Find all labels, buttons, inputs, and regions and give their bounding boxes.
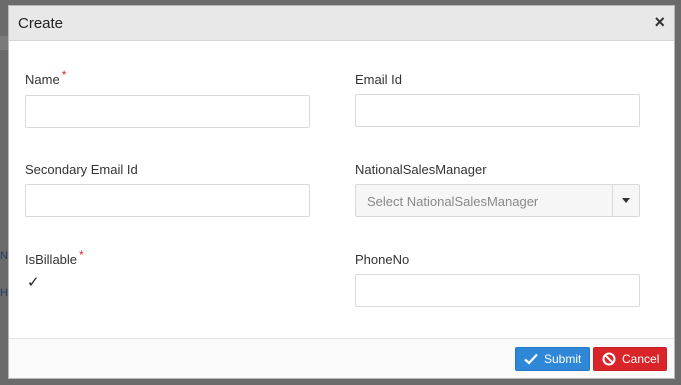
required-marker: *	[61, 68, 67, 82]
name-label-text: Name	[25, 72, 60, 87]
submit-label: Submit	[544, 352, 582, 366]
national-sales-manager-select[interactable]: Select NationalSalesManager	[355, 184, 640, 217]
select-placeholder: Select NationalSalesManager	[367, 194, 539, 209]
cancel-button[interactable]: Cancel	[593, 347, 667, 371]
modal-header: Create ×	[9, 6, 674, 41]
submit-button[interactable]: Submit	[515, 347, 590, 371]
phone-input[interactable]	[355, 274, 640, 307]
background-text: H	[0, 287, 8, 299]
close-icon[interactable]: ×	[654, 12, 665, 32]
create-modal: Create × Name * Email Id Secondary Email …	[8, 5, 675, 379]
required-marker: *	[79, 248, 84, 262]
modal-footer: Submit Cancel	[9, 338, 674, 378]
email-input[interactable]	[355, 94, 640, 127]
is-billable-label-text: IsBillable	[25, 252, 78, 267]
is-billable-checkbox[interactable]: ✓	[27, 273, 40, 291]
dropdown-arrow-button[interactable]	[612, 185, 639, 216]
ban-icon	[602, 352, 616, 366]
email-label: Email Id	[355, 72, 402, 87]
phone-label: PhoneNo	[355, 252, 410, 267]
check-icon	[524, 353, 538, 365]
background-text: N	[0, 250, 8, 262]
caret-down-icon	[622, 198, 630, 203]
modal-title: Create	[18, 15, 64, 32]
name-input[interactable]	[25, 95, 310, 128]
is-billable-label: IsBillable *	[25, 248, 84, 267]
national-sales-manager-label: NationalSalesManager	[355, 162, 487, 177]
secondary-email-input[interactable]	[25, 184, 310, 217]
name-label: Name *	[25, 68, 66, 87]
cancel-label: Cancel	[622, 352, 660, 366]
secondary-email-label: Secondary Email Id	[25, 162, 138, 177]
